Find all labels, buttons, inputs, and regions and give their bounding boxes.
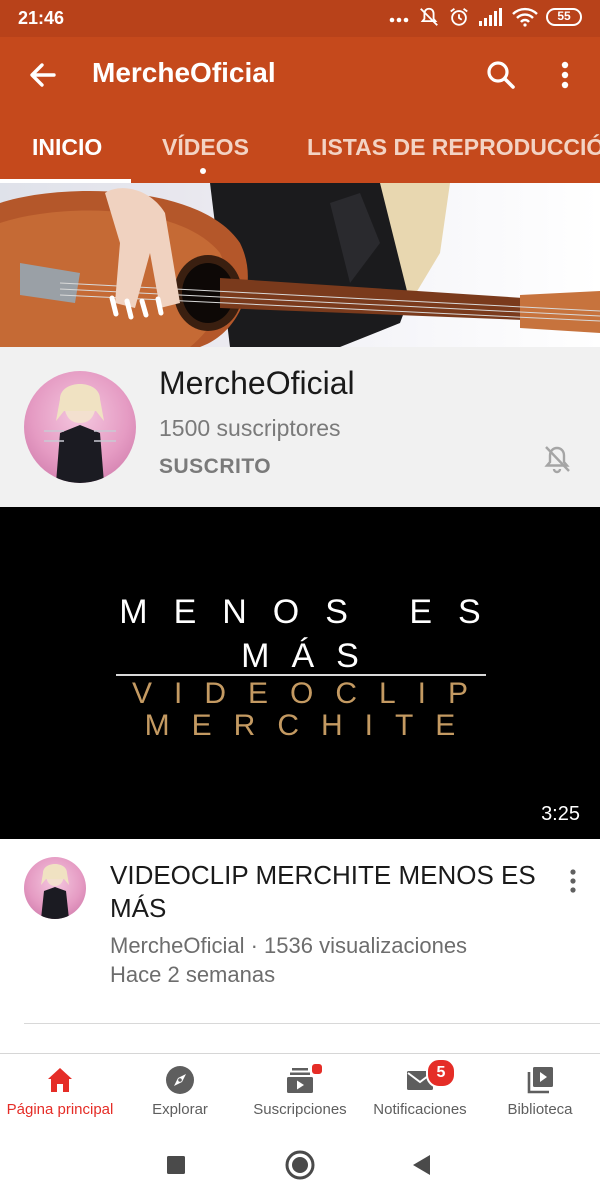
nav-library-label: Biblioteca xyxy=(507,1101,573,1118)
channel-name: MercheOficial xyxy=(159,365,355,401)
battery-level: 55 xyxy=(557,9,571,23)
tab-new-dot xyxy=(200,168,206,174)
video-title[interactable]: VIDEOCLIP MERCHITE MENOS ES MÁS xyxy=(110,859,540,925)
circle-home-icon xyxy=(285,1150,315,1180)
nav-library[interactable]: Biblioteca xyxy=(480,1054,600,1130)
search-icon xyxy=(487,61,515,89)
nav-notifications[interactable]: 5 Notificaciones xyxy=(360,1054,480,1130)
subscribed-button[interactable]: SUSCRITO xyxy=(159,455,271,479)
channel-tabs: INICIO VÍDEOS LISTAS DE REPRODUCCIÓN xyxy=(0,112,600,183)
notifications-off-icon xyxy=(544,446,570,474)
nav-notifications-label: Notificaciones xyxy=(373,1101,467,1118)
square-recents-icon xyxy=(167,1156,185,1174)
thumbnail-text-line4: MERCHITE xyxy=(144,709,478,742)
app-bar: MercheOficial xyxy=(0,37,600,112)
status-time: 21:46 xyxy=(18,8,65,28)
thumbnail-rule xyxy=(116,674,486,676)
content-divider xyxy=(24,1023,600,1024)
triangle-back-icon xyxy=(413,1155,430,1175)
channel-header: MercheOficial 1500 suscriptores SUSCRITO xyxy=(0,347,600,507)
system-navigation-bar xyxy=(0,1129,600,1200)
video-meta: MercheOficial · 1536 visualizaciones Hac… xyxy=(110,931,540,989)
nav-explore-label: Explorar xyxy=(152,1101,208,1118)
search-button[interactable] xyxy=(482,56,520,94)
back-button[interactable] xyxy=(24,56,62,94)
mute-bell-icon xyxy=(420,7,438,26)
nav-home-label: Página principal xyxy=(6,1101,114,1118)
wifi-icon xyxy=(512,7,538,27)
tab-videos[interactable]: VÍDEOS xyxy=(162,134,249,161)
battery-icon: 55 xyxy=(546,8,582,26)
subscriber-count: 1500 suscriptores xyxy=(159,415,341,441)
more-vert-icon xyxy=(561,61,569,89)
tab-inicio[interactable]: INICIO xyxy=(32,134,102,161)
status-bar: 21:46 55 xyxy=(0,0,600,37)
video-thumbnail[interactable]: MENOS ES MÁS VIDEOCLIP MERCHITE 3:25 xyxy=(0,507,600,839)
thumbnail-text-line3: VIDEOCLIP xyxy=(131,677,491,710)
nav-subscriptions-label: Suscripciones xyxy=(253,1101,347,1118)
video-more-button[interactable] xyxy=(560,867,586,897)
arrow-back-icon xyxy=(30,63,56,87)
signal-icon xyxy=(479,8,502,26)
nav-subscriptions[interactable]: Suscripciones xyxy=(240,1054,360,1130)
more-notifications-icon xyxy=(389,17,409,23)
notifications-badge: 5 xyxy=(426,1058,456,1088)
video-channel-views: MercheOficial · 1536 visualizaciones xyxy=(110,933,468,958)
status-icons: 55 xyxy=(388,6,582,28)
nav-home[interactable]: Página principal xyxy=(0,1054,120,1130)
video-info[interactable]: VIDEOCLIP MERCHITE MENOS ES MÁS MercheOf… xyxy=(0,839,600,1024)
bottom-navigation: Página principal Explorar Suscripciones … xyxy=(0,1053,600,1130)
video-upload-date: Hace 2 semanas xyxy=(110,962,276,987)
recents-button[interactable] xyxy=(158,1147,194,1183)
thumbnail-text-line2: MÁS xyxy=(241,637,381,675)
notification-bell-button[interactable] xyxy=(541,443,573,475)
more-vert-icon xyxy=(570,869,576,893)
back-system-button[interactable] xyxy=(404,1147,440,1183)
home-system-button[interactable] xyxy=(282,1147,318,1183)
video-channel-avatar[interactable] xyxy=(24,857,86,919)
home-icon xyxy=(48,1068,72,1092)
thumbnail-text-line1: MENOS ES xyxy=(119,593,507,631)
video-avatar-image xyxy=(41,864,69,919)
tab-listas[interactable]: LISTAS DE REPRODUCCIÓN xyxy=(307,134,600,161)
subscriptions-new-dot xyxy=(310,1062,324,1076)
nav-explore[interactable]: Explorar xyxy=(120,1054,240,1130)
explore-icon xyxy=(166,1066,194,1094)
banner-guitar-image xyxy=(0,183,600,347)
channel-avatar-image xyxy=(44,384,116,483)
video-duration: 3:25 xyxy=(539,802,582,827)
app-title: MercheOficial xyxy=(92,57,276,88)
alarm-icon xyxy=(450,8,468,26)
library-icon xyxy=(527,1067,553,1094)
more-options-button[interactable] xyxy=(548,56,582,94)
channel-banner xyxy=(0,183,600,347)
channel-avatar[interactable] xyxy=(24,371,136,483)
